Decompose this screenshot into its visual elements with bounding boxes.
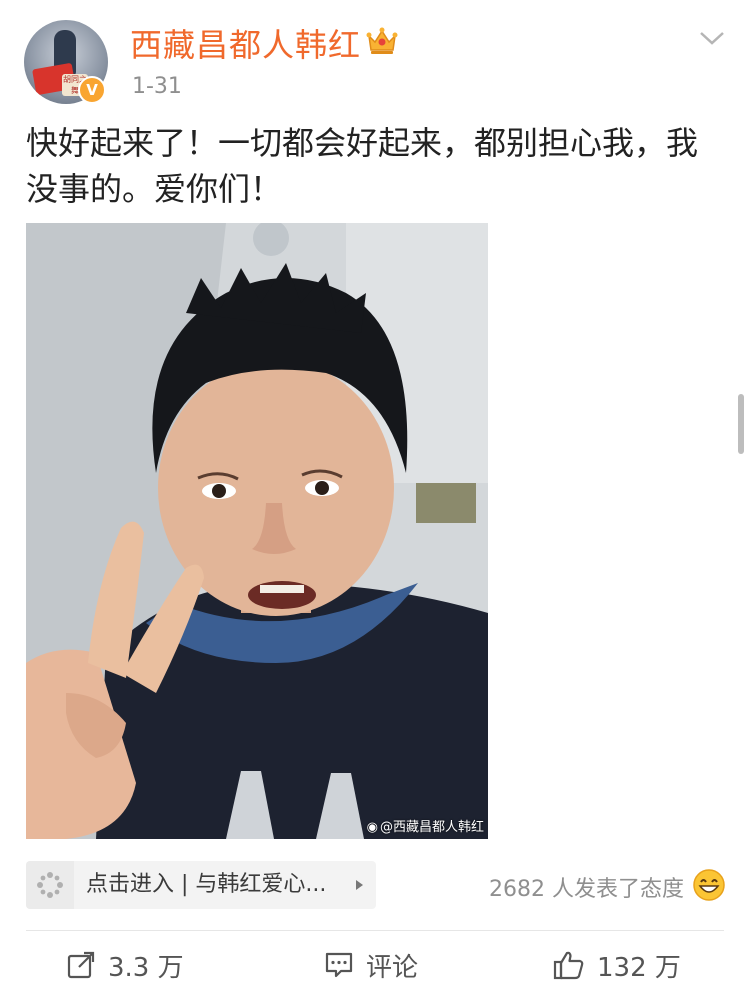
comment-button[interactable]: 评论 xyxy=(324,945,418,985)
topic-label: 点击进入 | 与韩红爱心... xyxy=(86,872,327,897)
topic-chip[interactable]: 点击进入 | 与韩红爱心... xyxy=(26,861,376,909)
reactions-count[interactable]: 2682 人发表了态度 xyxy=(489,871,684,903)
photo-watermark-text: @西藏昌都人韩红 xyxy=(379,820,484,835)
share-icon xyxy=(67,951,95,979)
comment-label: 评论 xyxy=(366,952,419,983)
like-count: 132 万 xyxy=(597,952,681,983)
weibo-logo-icon: ◉ xyxy=(366,820,378,835)
post-time: 1-31 xyxy=(132,74,182,99)
chevron-down-icon[interactable] xyxy=(698,28,726,48)
scrollbar-thumb[interactable] xyxy=(738,394,744,454)
like-button[interactable]: 132 万 xyxy=(553,945,681,985)
post-photo[interactable]: ◉ @西藏昌都人韩红 xyxy=(26,223,488,839)
crown-icon xyxy=(366,27,398,54)
verified-badge-icon: V xyxy=(78,76,106,104)
divider xyxy=(26,930,724,931)
topic-icon-box xyxy=(26,861,74,909)
thumbs-up-icon xyxy=(553,951,584,980)
user-name[interactable]: 西藏昌都人韩红 xyxy=(130,20,361,66)
weibo-post: 胡同之舞 V 西藏昌都人韩红 1-31 快好起来了！一切都会好起来，都别担心我，… xyxy=(0,0,750,990)
repost-button[interactable]: 3.3 万 xyxy=(66,945,184,985)
repost-count: 3.3 万 xyxy=(108,952,184,983)
photo-watermark: ◉ @西藏昌都人韩红 xyxy=(367,816,484,835)
photo-illustration xyxy=(26,223,488,839)
topic-arrow-icon xyxy=(356,880,363,890)
smile-icon[interactable] xyxy=(692,868,726,902)
post-text: 快好起来了！一切都会好起来，都别担心我，我没事的。爱你们！ xyxy=(26,124,699,208)
comment-icon xyxy=(325,952,353,978)
topic-icon xyxy=(37,872,63,898)
